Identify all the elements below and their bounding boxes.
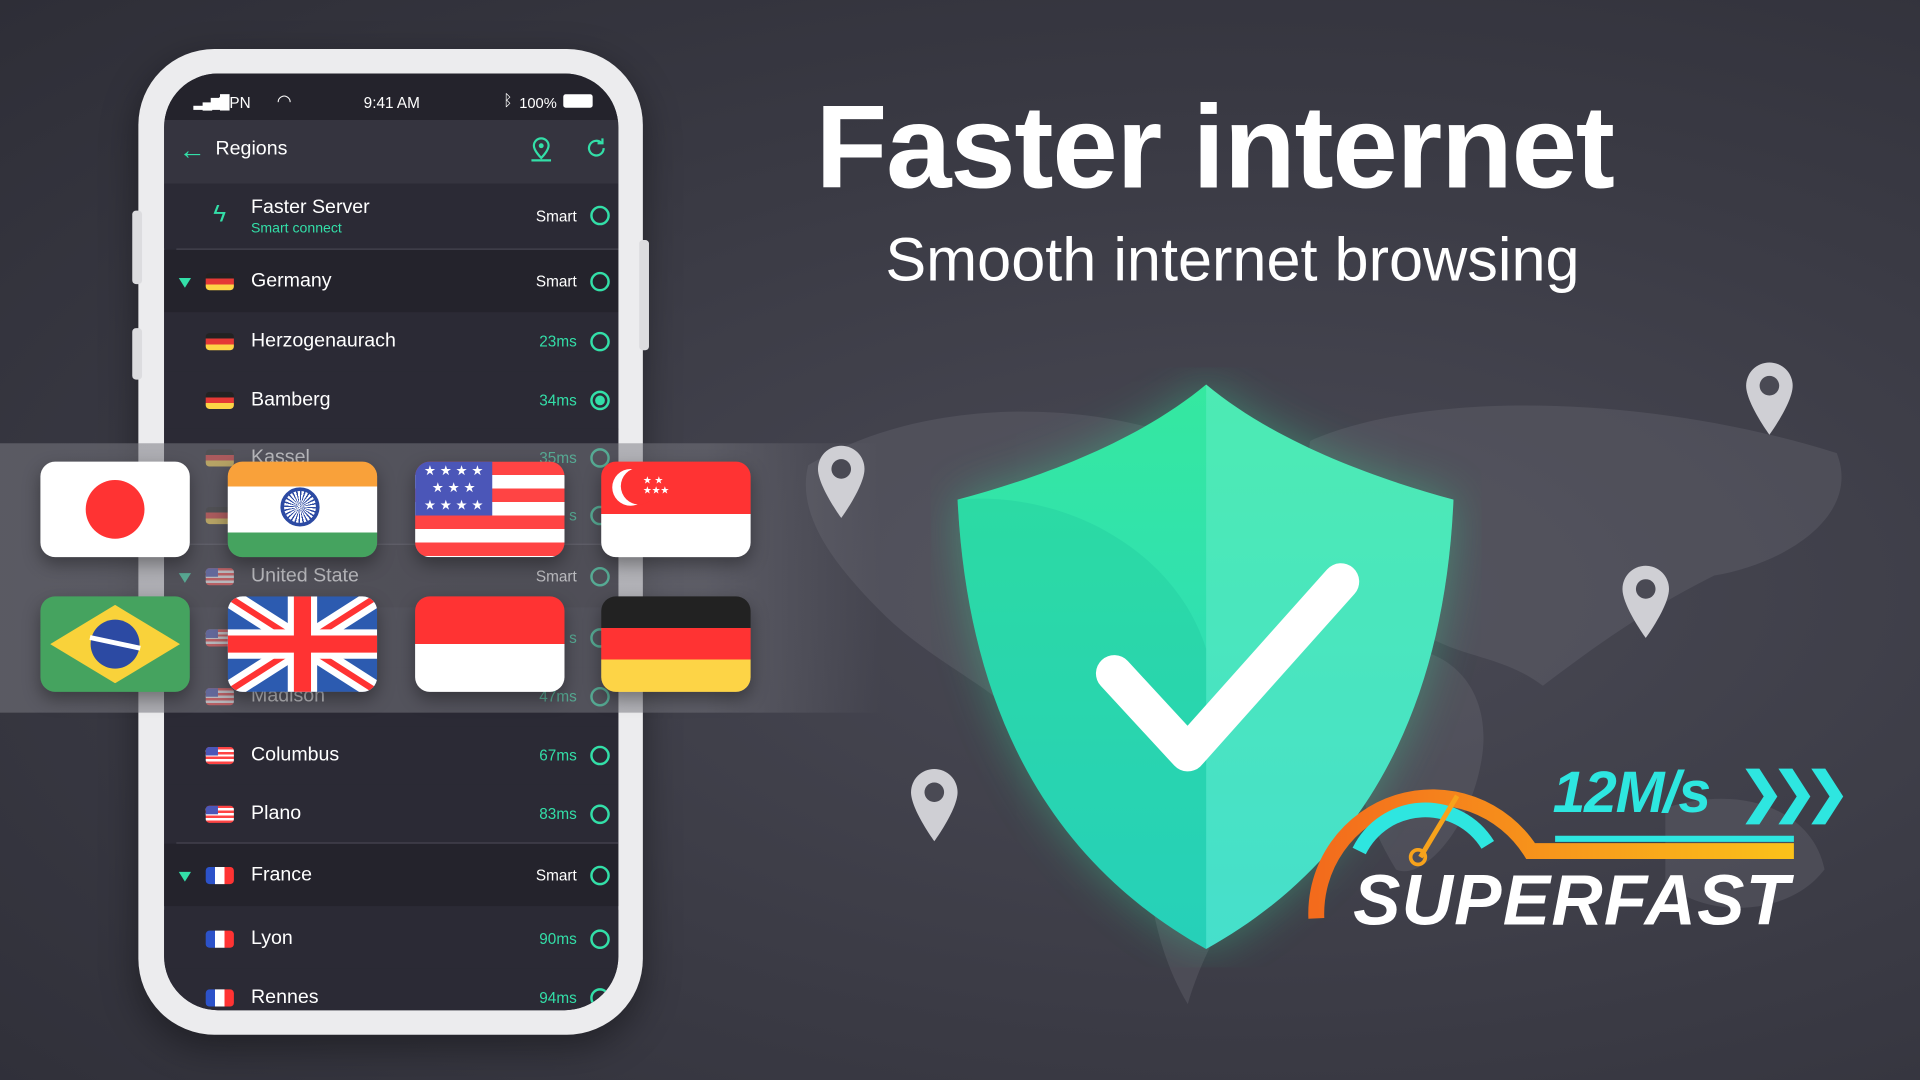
region-name: Bamberg	[251, 389, 331, 411]
bluetooth-icon: ᛒ	[503, 91, 513, 109]
wifi-icon: ◠	[276, 90, 292, 111]
faster-server-subtitle: Smart connect	[251, 221, 342, 237]
hero-subtitle: Smooth internet browsing	[885, 225, 1580, 294]
radio-button[interactable]	[590, 804, 610, 825]
city-row[interactable]: Rennes 94ms	[164, 968, 619, 1011]
flag-us-icon	[205, 746, 234, 765]
battery-icon	[563, 94, 593, 108]
city-row[interactable]: Columbus 67ms	[164, 726, 619, 785]
flag-de-icon	[205, 272, 234, 290]
region-name: Columbus	[251, 744, 340, 766]
country-row[interactable]: France Smart	[164, 843, 619, 907]
radio-button[interactable]	[590, 390, 610, 411]
flag-singapore[interactable]: ★ ★ ★★★	[601, 461, 751, 558]
page-title: Regions	[215, 138, 288, 160]
flag-japan[interactable]	[40, 461, 190, 558]
region-name: Plano	[251, 803, 302, 825]
latency: 83ms	[539, 805, 577, 823]
radio-button[interactable]	[590, 205, 610, 226]
latency: 23ms	[539, 333, 577, 351]
faster-server-row[interactable]: ϟ Faster Server Smart connect Smart	[164, 183, 619, 249]
map-pin-icon[interactable]	[529, 136, 553, 163]
region-name: Rennes	[251, 986, 319, 1008]
radio-button[interactable]	[590, 745, 610, 766]
header-bar: ← Regions	[164, 120, 619, 184]
expand-caret-icon[interactable]	[178, 871, 192, 882]
region-name: Herzogenaurach	[251, 330, 396, 352]
lightning-icon: ϟ	[213, 200, 227, 228]
expand-caret-icon[interactable]	[178, 277, 192, 288]
superfast-label: SUPERFAST	[1353, 860, 1791, 941]
flag-india[interactable]	[227, 461, 378, 558]
back-arrow-icon[interactable]: ←	[179, 135, 206, 167]
region-name: Germany	[251, 270, 332, 291]
city-row[interactable]: Herzogenaurach 23ms	[164, 312, 619, 372]
location-pin-icon	[1746, 362, 1793, 435]
phone-power-button	[639, 240, 649, 351]
flag-united-states[interactable]: ★ ★ ★ ★ ★ ★ ★ ★ ★ ★ ★	[415, 461, 565, 558]
phone-side-button	[132, 328, 143, 380]
refresh-icon[interactable]	[584, 136, 608, 160]
flag-brazil[interactable]	[40, 596, 190, 692]
flag-germany[interactable]	[601, 596, 751, 692]
flag-fr-icon	[205, 989, 234, 1007]
faster-server-mode: Smart	[535, 208, 577, 226]
promo-canvas: ▂▄▆█ VPN ◠ 9:41 AM ᛒ 100% ← Regions ϟ Fa…	[0, 0, 1920, 1080]
latency: 67ms	[539, 746, 577, 765]
city-row[interactable]: Bamberg 34ms	[164, 371, 619, 430]
region-name: Lyon	[251, 928, 293, 949]
faster-server-title: Faster Server	[251, 197, 370, 218]
connection-mode: Smart	[535, 866, 577, 884]
radio-button[interactable]	[590, 929, 610, 949]
flag-fr-icon	[205, 930, 234, 948]
fast-forward-icon: ❯❯❯	[1738, 762, 1850, 823]
region-name: France	[251, 863, 312, 885]
radio-button[interactable]	[590, 331, 610, 352]
flag-de-icon	[205, 391, 234, 409]
latency: 90ms	[539, 930, 577, 948]
carrier-label: VPN	[219, 94, 251, 112]
flag-us-icon	[205, 805, 234, 823]
flag-indonesia[interactable]	[415, 596, 565, 692]
clock: 9:41 AM	[363, 94, 420, 112]
country-row[interactable]: Germany Smart	[164, 249, 619, 313]
status-bar: ▂▄▆█ VPN ◠ 9:41 AM ᛒ 100%	[164, 73, 619, 121]
battery-label: 100%	[519, 94, 557, 112]
flag-united-kingdom[interactable]	[227, 596, 378, 692]
radio-button[interactable]	[590, 988, 610, 1008]
radio-button[interactable]	[590, 271, 610, 291]
flag-de-icon	[205, 333, 234, 351]
radio-button[interactable]	[590, 865, 610, 885]
phone-side-button	[132, 210, 143, 285]
city-row[interactable]: Plano 83ms	[164, 784, 619, 844]
speed-value: 12M/s	[1552, 760, 1711, 826]
latency: 94ms	[539, 989, 577, 1007]
city-row[interactable]: Lyon 90ms	[164, 909, 619, 969]
connection-mode: Smart	[535, 272, 577, 290]
latency: 34ms	[539, 391, 577, 409]
flag-fr-icon	[205, 866, 234, 884]
location-pin-icon	[1622, 565, 1669, 638]
hero-title: Faster internet	[815, 82, 1615, 214]
location-pin-icon	[817, 445, 865, 518]
